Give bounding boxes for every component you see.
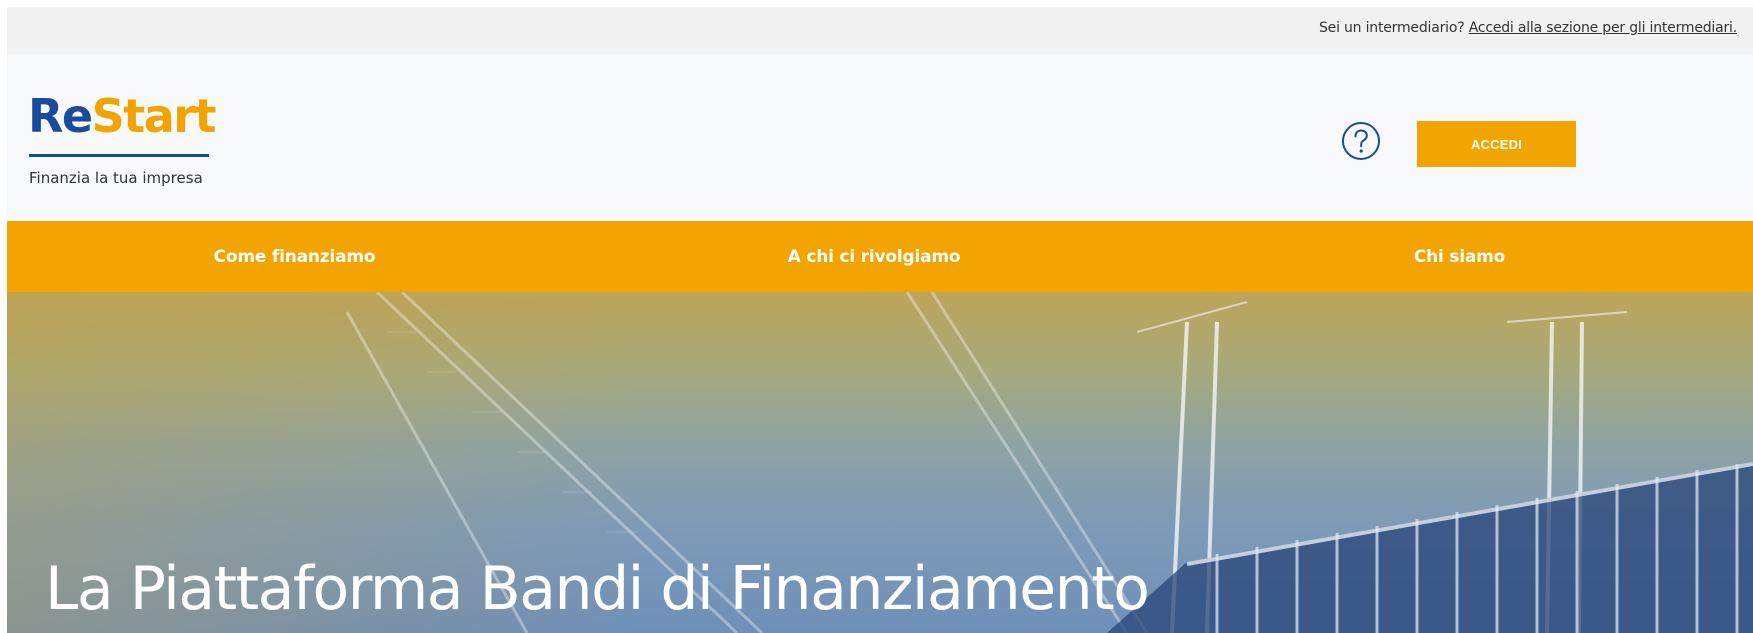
hero-banner: La Piattaforma Bandi di Finanziamento bbox=[7, 292, 1753, 633]
main-nav: Come finanziamo A chi ci rivolgiamo Chi … bbox=[7, 221, 1753, 292]
utility-bar: Sei un intermediario? Accedi alla sezion… bbox=[7, 7, 1753, 54]
logo-start-text: Start bbox=[91, 89, 217, 143]
nav-item-chi-siamo[interactable]: Chi siamo bbox=[1166, 221, 1753, 292]
login-button[interactable]: ACCEDI bbox=[1417, 121, 1576, 167]
logo-re-text: Re bbox=[28, 89, 93, 143]
intermediary-question: Sei un intermediario? bbox=[1318, 20, 1469, 36]
nav-item-come-finanziamo[interactable]: Come finanziamo bbox=[7, 221, 582, 292]
site-header: ReStart Finanzia la tua impresa ACCEDI bbox=[7, 54, 1753, 228]
hero-title: La Piattaforma Bandi di Finanziamento bbox=[45, 554, 1150, 624]
intermediary-notice: Sei un intermediario? Accedi alla sezion… bbox=[1319, 20, 1737, 36]
logo-tagline: Finanzia la tua impresa bbox=[29, 169, 203, 187]
logo-underline bbox=[29, 154, 209, 157]
page: Sei un intermediario? Accedi alla sezion… bbox=[7, 7, 1753, 633]
intermediary-login-link[interactable]: Accedi alla sezione per gli intermediari… bbox=[1469, 20, 1738, 36]
question-circle-icon[interactable] bbox=[1341, 121, 1381, 161]
restart-logo[interactable]: ReStart bbox=[28, 93, 216, 139]
nav-item-a-chi-ci-rivolgiamo[interactable]: A chi ci rivolgiamo bbox=[582, 221, 1166, 292]
